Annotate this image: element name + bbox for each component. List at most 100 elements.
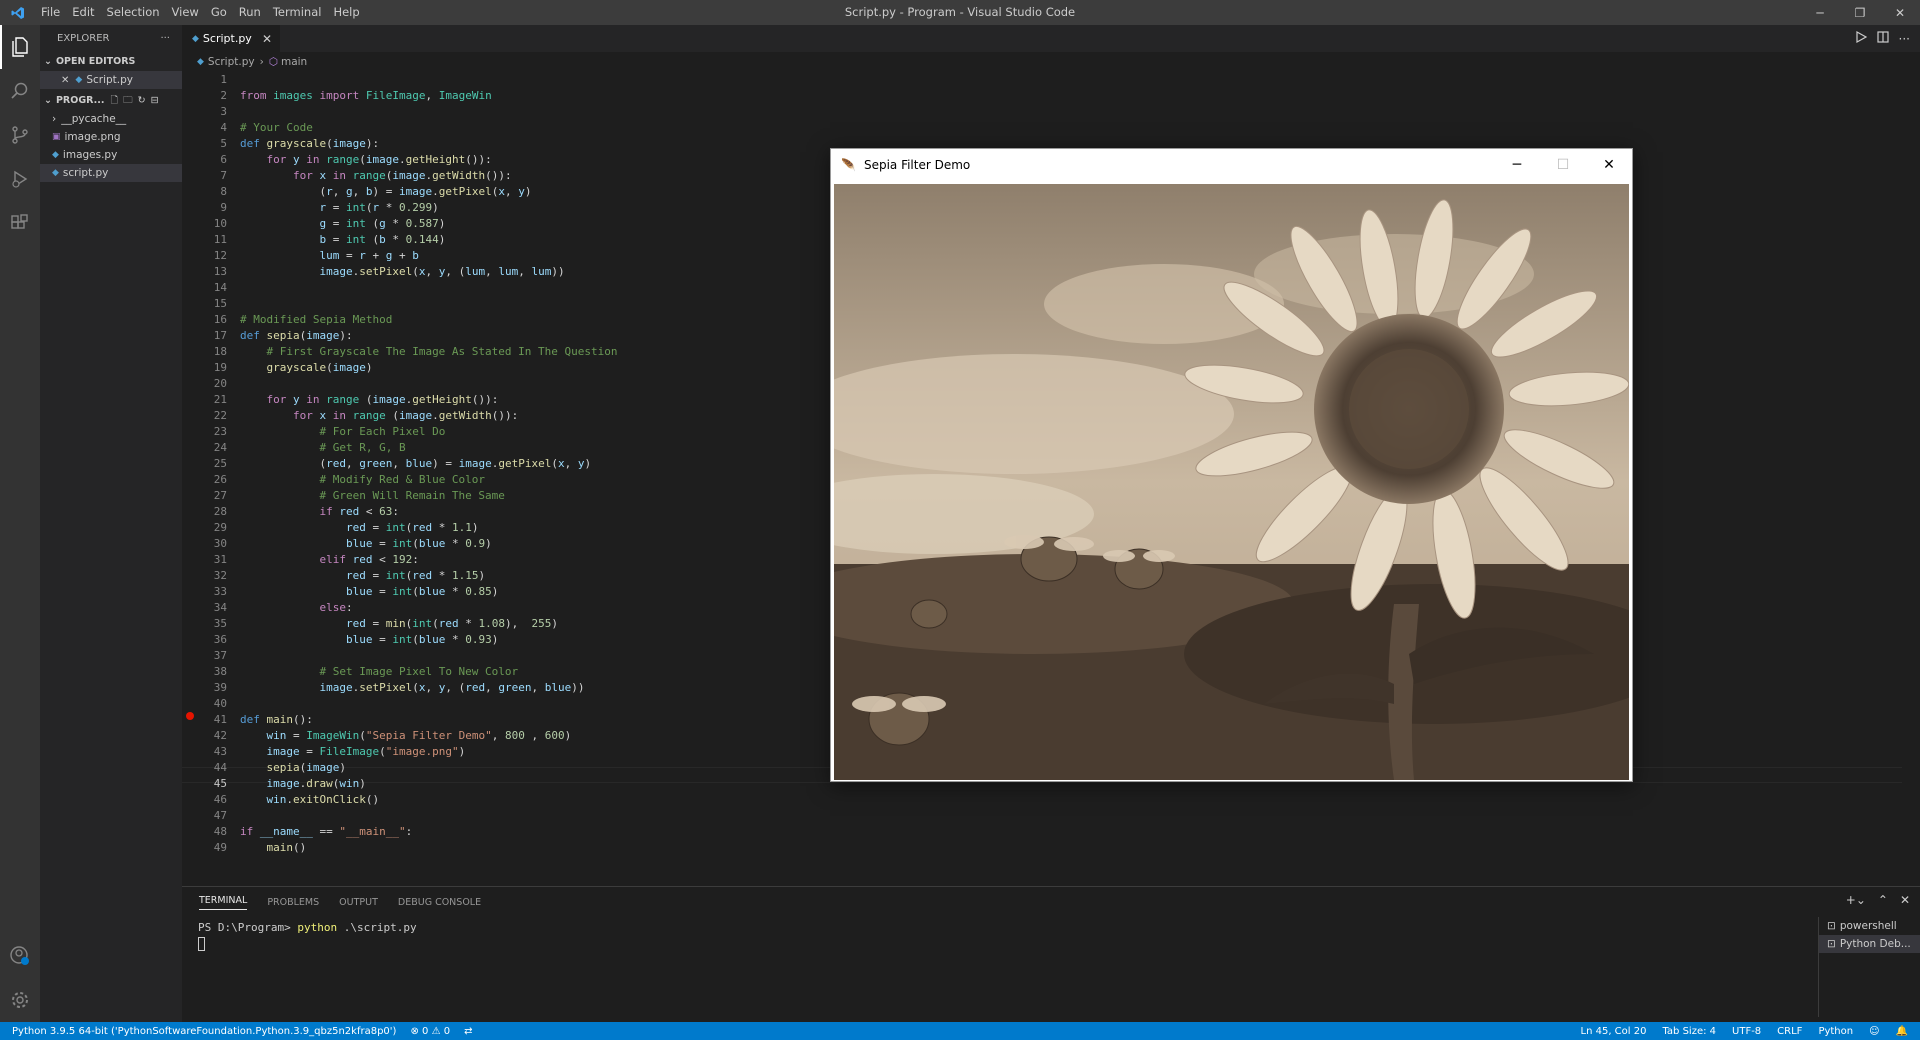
source-control-icon[interactable] (0, 113, 40, 157)
menu-help[interactable]: Help (327, 0, 365, 25)
code-line: r = int(r * 0.299) (319, 201, 439, 214)
code-line: # First Grayscale The Image As Stated In… (266, 345, 618, 358)
breadcrumb-file[interactable]: Script.py (208, 56, 255, 68)
tab-output[interactable]: OUTPUT (339, 897, 378, 908)
settings-gear-icon[interactable] (0, 978, 40, 1022)
close-tab-icon[interactable]: ✕ (262, 32, 272, 46)
line-number: 7 (220, 169, 227, 182)
new-file-icon[interactable]: 🗋 (110, 93, 118, 109)
python-interpreter[interactable]: Python 3.9.5 64-bit ('PythonSoftwareFoun… (12, 1026, 396, 1037)
file-tree-item-image-png[interactable]: ▣ image.png (40, 128, 182, 146)
search-icon[interactable] (0, 69, 40, 113)
terminal-icon: ⊡ (1827, 938, 1836, 950)
open-editors-label: OPEN EDITORS (55, 56, 136, 67)
menu-terminal[interactable]: Terminal (267, 0, 328, 25)
tab-debug-console[interactable]: DEBUG CONSOLE (398, 897, 481, 908)
tab-problems[interactable]: PROBLEMS (267, 897, 319, 908)
explorer-icon[interactable] (0, 25, 40, 69)
new-terminal-icon[interactable]: +⌄ (1846, 893, 1866, 907)
menu-file[interactable]: File (35, 0, 66, 25)
code-line: for x in range(image.getWidth()): (292, 169, 512, 182)
menu-bar: File Edit Selection View Go Run Terminal… (35, 0, 366, 25)
terminal-item-python-debug[interactable]: ⊡ Python Deb... (1819, 935, 1920, 953)
code-line: image.setPixel(x, y, (red, green, blue)) (319, 681, 585, 694)
file-tree-item-pycache[interactable]: › __pycache__ (40, 110, 182, 128)
error-icon: ⊗ (410, 1025, 419, 1037)
line-number: 41 (213, 713, 227, 726)
more-actions-icon[interactable]: ··· (160, 33, 170, 44)
language-mode[interactable]: Python (1818, 1026, 1853, 1037)
code-line: g = int (g * 0.587) (319, 217, 446, 230)
line-number: 34 (213, 601, 227, 614)
terminal-line: PS D:\Program> python .\script.py (198, 921, 417, 934)
line-number: 15 (213, 297, 227, 310)
minimize-icon[interactable]: ─ (1800, 0, 1840, 25)
line-number: 20 (213, 377, 227, 390)
project-section[interactable]: ⌄ PROGR... 🗋 🗀 ↻ ⊟ (40, 91, 182, 110)
file-tree-item-script-py[interactable]: ◆ script.py (40, 164, 182, 182)
terminal-panel: TERMINAL PROBLEMS OUTPUT DEBUG CONSOLE +… (182, 886, 1920, 1022)
open-editors-section[interactable]: ⌄ OPEN EDITORS (40, 52, 182, 71)
terminal-prompt: PS D:\Program> (198, 921, 291, 934)
line-number: 2 (220, 89, 227, 102)
live-share-icon[interactable]: ⇄ (464, 1026, 472, 1037)
close-editor-icon[interactable]: ✕ (61, 75, 69, 86)
tk-window-controls: ─ ☐ ✕ (1494, 149, 1632, 181)
maximize-icon[interactable]: ☐ (1540, 149, 1586, 181)
code-line: image = FileImage("image.png") (266, 745, 466, 758)
code-line: image.draw(win) (266, 777, 366, 790)
menu-edit[interactable]: Edit (66, 0, 100, 25)
close-icon[interactable]: ✕ (1880, 0, 1920, 25)
line-number: 5 (220, 137, 227, 150)
sepia-demo-window[interactable]: 🪶 Sepia Filter Demo ─ ☐ ✕ (830, 148, 1633, 782)
line-number: 4 (220, 121, 227, 134)
breadcrumb-symbol[interactable]: main (281, 56, 307, 68)
accounts-icon[interactable] (0, 934, 40, 978)
maximize-panel-icon[interactable]: ⌃ (1878, 893, 1888, 907)
tk-window-titlebar[interactable]: 🪶 Sepia Filter Demo ─ ☐ ✕ (831, 149, 1632, 181)
feather-icon: 🪶 (841, 158, 856, 172)
new-folder-icon[interactable]: 🗀 (123, 93, 133, 109)
tab-size[interactable]: Tab Size: 4 (1662, 1026, 1716, 1037)
open-editor-item[interactable]: ✕ ◆ Script.py (40, 71, 182, 89)
feedback-icon[interactable]: ☺ (1869, 1026, 1879, 1037)
tab-terminal[interactable]: TERMINAL (199, 895, 248, 910)
cursor-position[interactable]: Ln 45, Col 20 (1581, 1026, 1647, 1037)
encoding[interactable]: UTF-8 (1732, 1026, 1761, 1037)
close-icon[interactable]: ✕ (1586, 149, 1632, 181)
run-file-icon[interactable] (1855, 30, 1867, 46)
explorer-sidebar: EXPLORER ··· ⌄ OPEN EDITORS ✕ ◆ Script.p… (40, 25, 182, 1022)
extensions-icon[interactable] (0, 201, 40, 245)
menu-view[interactable]: View (166, 0, 205, 25)
title-bar: File Edit Selection View Go Run Terminal… (0, 0, 1920, 25)
code-line: image.setPixel(x, y, (lum, lum, lum)) (319, 265, 565, 278)
close-panel-icon[interactable]: ✕ (1900, 893, 1910, 907)
restore-icon[interactable]: ❐ (1840, 0, 1880, 25)
terminal-output[interactable]: PS D:\Program> python .\script.py (198, 921, 417, 951)
editor-tab-script[interactable]: ◆ Script.py ✕ (182, 25, 280, 52)
problems-indicator[interactable]: ⊗ 0 ⚠ 0 (410, 1026, 450, 1037)
activity-bar (0, 25, 40, 1022)
menu-go[interactable]: Go (205, 0, 233, 25)
split-editor-icon[interactable] (1876, 31, 1889, 46)
terminal-command-arg: .\script.py (343, 921, 417, 934)
minimize-icon[interactable]: ─ (1494, 149, 1540, 181)
breadcrumb: ◆ Script.py › ⬡ main (182, 52, 307, 72)
line-ending[interactable]: CRLF (1777, 1026, 1802, 1037)
run-debug-icon[interactable] (0, 157, 40, 201)
refresh-icon[interactable]: ↻ (138, 95, 146, 106)
collapse-all-icon[interactable]: ⊟ (151, 95, 159, 106)
notifications-icon[interactable]: 🔔 (1896, 1026, 1908, 1037)
terminal-item-label: powershell (1839, 920, 1897, 932)
sepia-sunflower-image[interactable] (834, 184, 1629, 780)
file-tree-item-images-py[interactable]: ◆ images.py (40, 146, 182, 164)
menu-selection[interactable]: Selection (101, 0, 166, 25)
more-actions-icon[interactable]: ··· (1899, 32, 1910, 46)
terminal-item-powershell[interactable]: ⊡ powershell (1819, 917, 1920, 935)
window-controls: ─ ❐ ✕ (1800, 0, 1920, 25)
line-number: 21 (213, 393, 227, 406)
code-line: win = ImageWin("Sepia Filter Demo", 800 … (266, 729, 572, 742)
code-line: def grayscale(image): (240, 137, 380, 150)
line-number: 37 (213, 649, 227, 662)
menu-run[interactable]: Run (233, 0, 267, 25)
